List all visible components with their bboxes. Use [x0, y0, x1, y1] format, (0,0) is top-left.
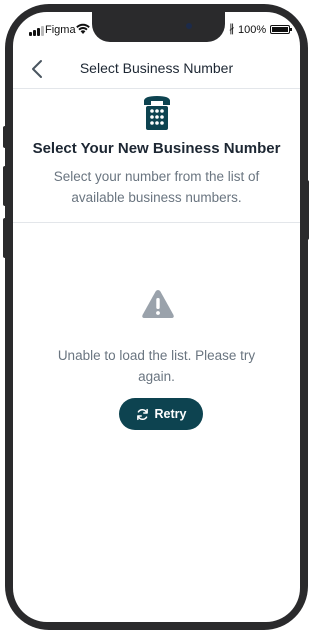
battery-icon	[270, 25, 292, 34]
signal-icon	[29, 26, 45, 36]
header-section: Select Your New Business Number Select y…	[13, 89, 300, 223]
battery-percent: 100%	[238, 24, 267, 36]
retry-label: Retry	[154, 407, 187, 421]
notch	[92, 12, 225, 42]
side-button-mute	[3, 126, 7, 148]
retry-button[interactable]: Retry	[119, 398, 203, 430]
section-title: Select Your New Business Number	[32, 140, 281, 157]
side-button-volume-up	[3, 166, 7, 206]
carrier-label: Figma	[45, 24, 76, 36]
bluetooth-icon: ∦	[229, 23, 235, 35]
wifi-icon	[76, 23, 90, 34]
page-title: Select Business Number	[79, 60, 234, 76]
warning-icon	[142, 290, 174, 318]
section-subtitle: Select your number from the list of avai…	[53, 169, 260, 205]
side-button-power	[305, 180, 309, 240]
nav-bar: Select Business Number	[13, 50, 300, 89]
refresh-icon	[136, 408, 148, 420]
phone-keypad-icon	[144, 96, 170, 130]
screen: Figma ∦ 100% Select Business Number Sele…	[13, 12, 300, 622]
error-message: Unable to load the list. Please try agai…	[57, 348, 256, 384]
side-button-volume-down	[3, 218, 7, 258]
